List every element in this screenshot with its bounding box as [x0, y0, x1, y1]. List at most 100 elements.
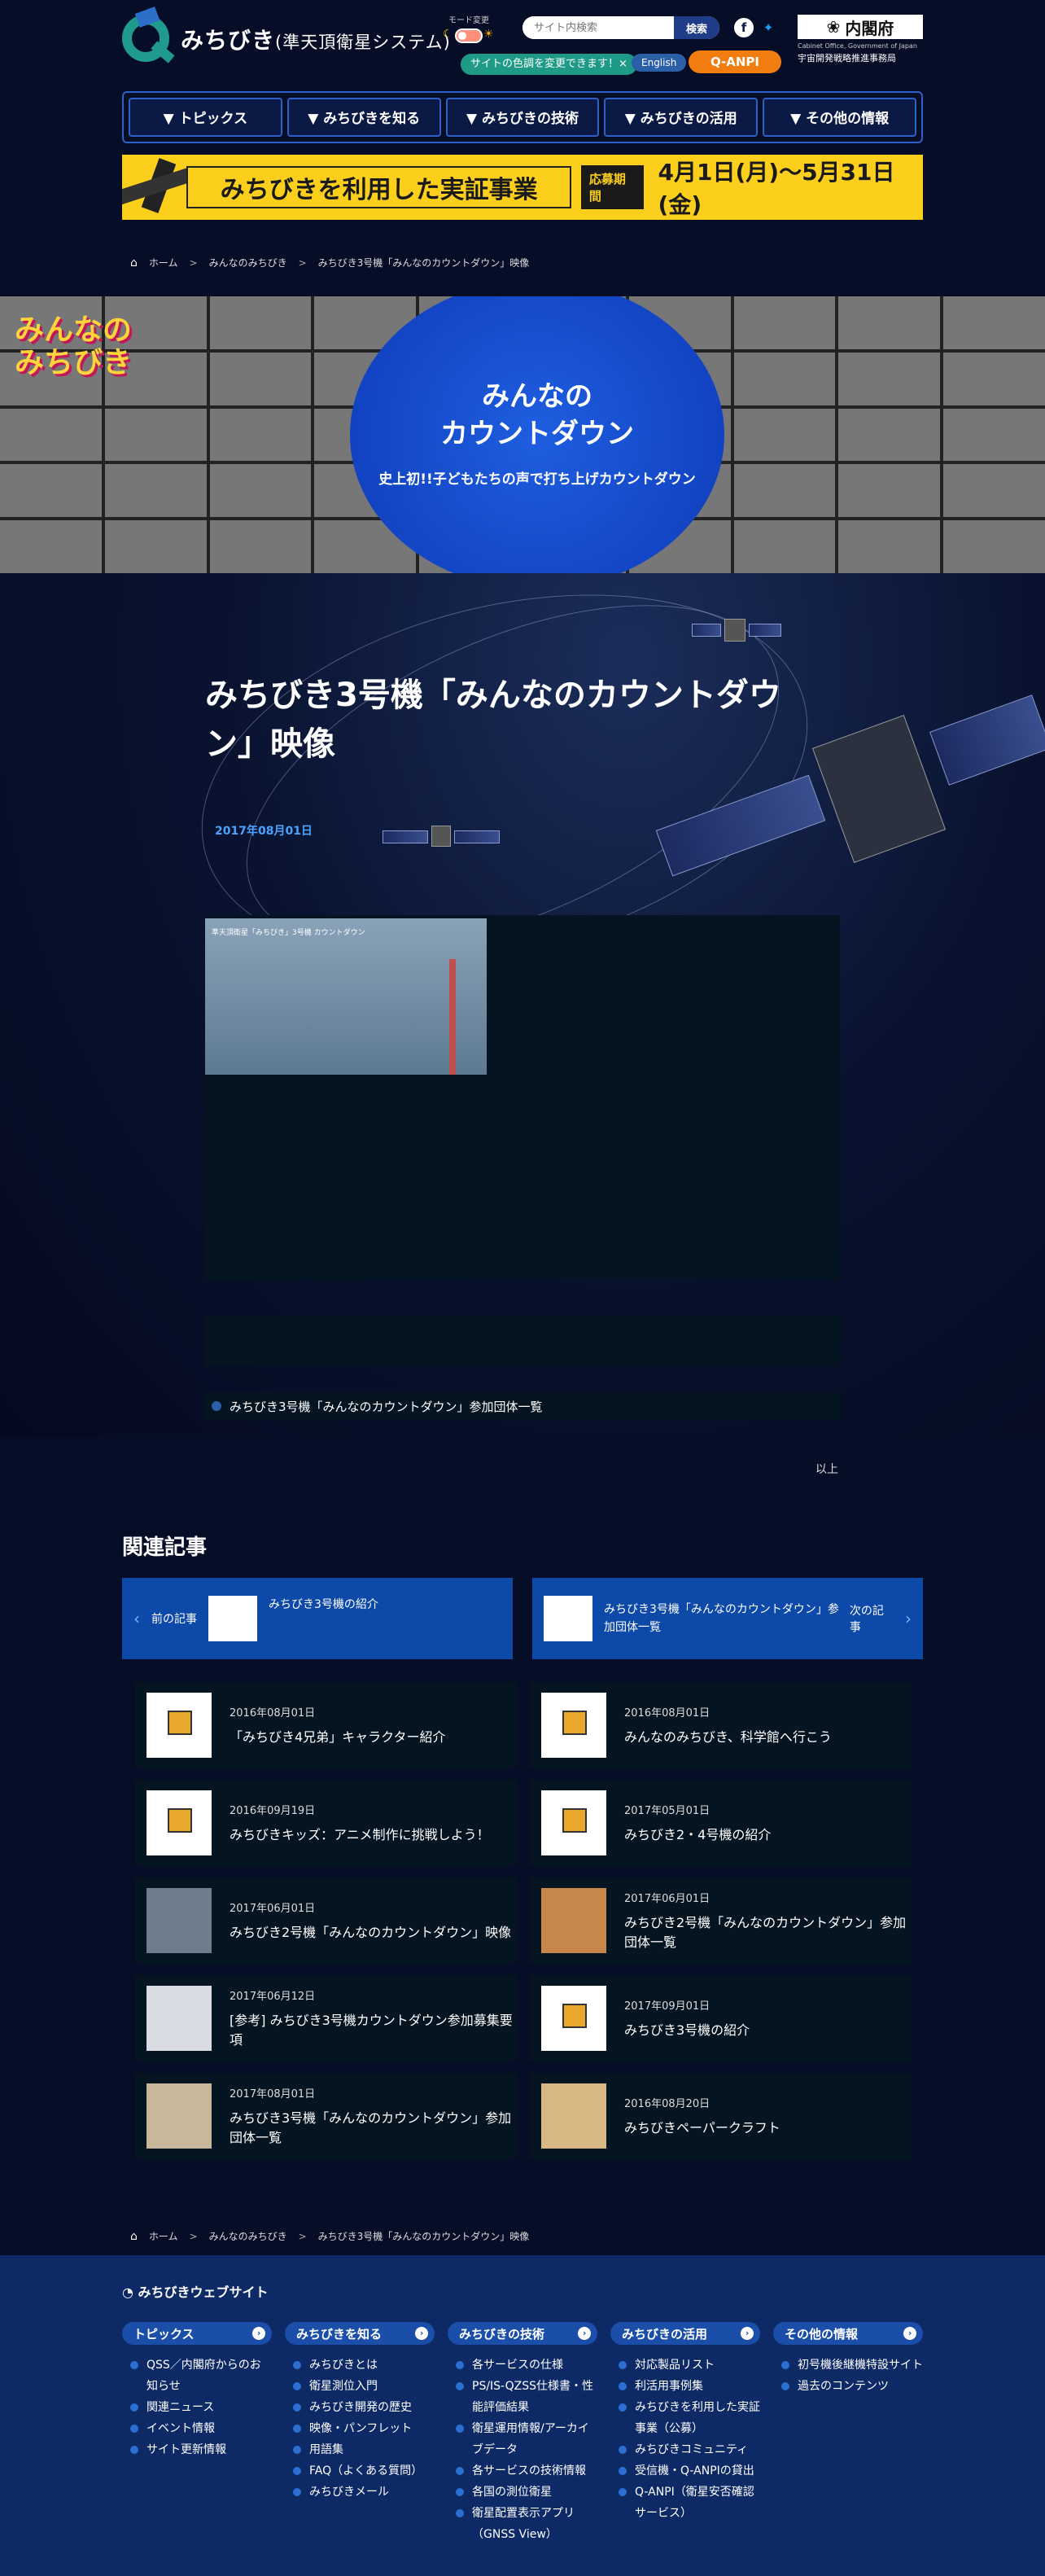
footer-link[interactable]: 関連ニュース [130, 2397, 272, 2418]
hero-circle: みんなの カウントダウン 史上初!!子どもたちの声で打ち上げカウントダウン [350, 296, 724, 573]
related-card[interactable]: 2017年06月01日 みちびき2号機「みんなのカウントダウン」参加団体一覧 [530, 1877, 912, 1964]
related-card[interactable]: 2017年08月01日 みちびき3号機「みんなのカウントダウン」参加団体一覧 [135, 2073, 517, 2159]
breadcrumb: ⌂ ホーム > みんなのみちびき > みちびき3号機「みんなのカウントダウン」映… [130, 256, 529, 269]
card-title: みちびきキッズ：アニメ制作に挑戦しよう！ [230, 1826, 490, 1842]
card-date: 2017年06月01日 [624, 1892, 711, 1905]
site-header: みちびき(準天頂衛星システム) モード変更 ☾ ☀ 検索 f ✦ ❀内閣府 Ca… [0, 0, 1045, 147]
cabinet-office-logo[interactable]: ❀ 内閣府 Cabinet Office, Government of Japan… [798, 15, 923, 64]
breadcrumb-minna[interactable]: みんなのみちびき [209, 256, 287, 269]
next-thumbnail [544, 1596, 592, 1641]
video-info-bar [205, 1316, 840, 1366]
video-thumbnail[interactable]: 準天頂衛星「みちびき」3号機 カウントダウン [205, 918, 487, 1075]
search-button[interactable]: 検索 [674, 16, 719, 39]
mode-hint-badge[interactable]: サイトの色調を変更できます！× [461, 54, 637, 75]
chevron-right-icon: › [741, 2327, 754, 2340]
footer-link[interactable]: PS/IS-QZSS仕様書・性能評価結果 [456, 2376, 597, 2418]
related-title: 関連記事 [122, 1536, 208, 1560]
breadcrumb-home[interactable]: ホーム [149, 2229, 178, 2243]
related-list: 2016年08月01日 「みちびき4兄弟」キャラクター紹介 2016年08月01日… [135, 1682, 912, 2159]
search-input[interactable] [522, 16, 674, 39]
facebook-icon[interactable]: f [734, 18, 754, 37]
related-card[interactable]: 2017年06月12日 [参考] みちびき3号機カウントダウン参加募集要項 [135, 1975, 517, 2061]
footer-link[interactable]: 過去のコンテンツ [781, 2376, 923, 2397]
footer-link[interactable]: みちびきコミュニティ [619, 2439, 760, 2460]
card-thumbnail [146, 1790, 212, 1855]
footer-col-head[interactable]: みちびきの活用 › [610, 2322, 760, 2345]
related-card[interactable]: 2016年09月19日 みちびきキッズ：アニメ制作に挑戦しよう！ [135, 1780, 517, 1866]
footer-col-head[interactable]: トピックス › [122, 2322, 272, 2345]
minna-no-michibiki-logo: みんなの みちびき [15, 313, 133, 379]
related-card[interactable]: 2017年09月01日 みちびき3号機の紹介 [530, 1975, 912, 2061]
home-icon: ⌂ [130, 2229, 138, 2243]
sns-links: f ✦ [734, 18, 778, 37]
breadcrumb-separator: > [298, 2230, 307, 2242]
footer-link[interactable]: 映像・パンフレット [293, 2418, 435, 2439]
breadcrumb-current: みちびき3号機「みんなのカウントダウン」映像 [317, 2231, 530, 2242]
footer-link[interactable]: みちびきとは [293, 2355, 435, 2376]
site-logo[interactable]: みちびき(準天頂衛星システム) [122, 7, 451, 68]
footer-link[interactable]: 初号機後継機特設サイト [781, 2355, 923, 2376]
nav-about[interactable]: ▼ みちびきを知る [286, 98, 441, 137]
card-date: 2017年06月01日 [230, 1902, 316, 1915]
footer-link[interactable]: サイト更新情報 [130, 2439, 272, 2460]
cabinet-office-department: 宇宙開発戦略推進事務局 [798, 53, 896, 64]
video-player[interactable]: 準天頂衛星「みちびき」3号機 カウントダウン [205, 915, 840, 1280]
related-card[interactable]: 2016年08月01日 「みちびき4兄弟」キャラクター紹介 [135, 1682, 517, 1768]
chevron-right-icon: › [905, 1609, 912, 1628]
footer-col-head[interactable]: その他の情報 › [773, 2322, 923, 2345]
footer-link[interactable]: みちびきを利用した実証事業（公募） [619, 2397, 760, 2439]
card-date: 2017年06月12日 [230, 1990, 316, 2003]
footer-link[interactable]: イベント情報 [130, 2418, 272, 2439]
hero-subtitle: 史上初!!子どもたちの声で打ち上げカウントダウン [378, 471, 696, 488]
footer-link[interactable]: 各サービスの仕様 [456, 2355, 597, 2376]
hero-countdown: みんなの みちびき みんなの カウントダウン 史上初!!子どもたちの声で打ち上げ… [0, 296, 1045, 573]
footer-link[interactable]: 衛星運用情報/アーカイブデータ [456, 2418, 597, 2460]
english-link[interactable]: English [632, 54, 687, 72]
footer-link[interactable]: 受信機・Q-ANPIの貸出 [619, 2460, 760, 2482]
prev-article-button[interactable]: ‹ 前の記事 みちびき3号機の紹介 [122, 1578, 513, 1659]
footer-link[interactable]: 衛星配置表示アプリ（GNSS View） [456, 2503, 597, 2545]
cabinet-seal-icon: ❀ [826, 17, 841, 37]
footer-col-other: その他の情報 › 初号機後継機特設サイト 過去のコンテンツ [773, 2322, 923, 2545]
related-card[interactable]: 2016年08月20日 みちびきペーパークラフト [530, 2073, 912, 2159]
logo-title: みちびき(準天頂衛星システム) [181, 27, 451, 54]
footer-link[interactable]: Q-ANPI（衛星安否確認サービス） [619, 2482, 760, 2524]
footer-link[interactable]: みちびきメール [293, 2482, 435, 2503]
footer-link[interactable]: FAQ（よくある質問） [293, 2460, 435, 2482]
twitter-icon[interactable]: ✦ [759, 18, 778, 37]
footer-col-head[interactable]: みちびきの技術 › [448, 2322, 597, 2345]
mode-switch[interactable]: モード変更 ☾ ☀ [443, 13, 494, 46]
article-end: 以上 [815, 1463, 838, 1476]
footer-link[interactable]: QSS／内閣府からのお知らせ [130, 2355, 272, 2397]
next-article-button[interactable]: みちびき3号機「みんなのカウントダウン」参加団体一覧 次の記事 › [532, 1578, 923, 1659]
nav-other[interactable]: ▼ その他の情報 [763, 98, 916, 137]
card-title: 「みちびき4兄弟」キャラクター紹介 [230, 1728, 446, 1745]
related-card[interactable]: 2016年08月01日 みんなのみちびき、科学館へ行こう [530, 1682, 912, 1768]
footer-link[interactable]: 利活用事例集 [619, 2376, 760, 2397]
nav-utilization[interactable]: ▼ みちびきの活用 [604, 98, 759, 137]
related-card[interactable]: 2017年05月01日 みちびき2・4号機の紹介 [530, 1780, 912, 1866]
prev-label: 前の記事 [151, 1613, 197, 1626]
satellite-icon [383, 817, 505, 858]
related-card[interactable]: 2017年06月01日みちびき2号機「みんなのカウントダウン」映像 [135, 1877, 517, 1964]
participants-link[interactable]: みちびき3号機「みんなのカウントダウン」参加団体一覧 [205, 1392, 840, 1420]
card-title: みちびき2号機「みんなのカウントダウン」映像 [230, 1924, 512, 1940]
chevron-right-icon: › [252, 2327, 265, 2340]
card-date: 2017年05月01日 [624, 1804, 711, 1817]
footer-link[interactable]: 用語集 [293, 2439, 435, 2460]
footer-link[interactable]: 各国の測位衛星 [456, 2482, 597, 2503]
qanpi-button[interactable]: Q-ANPI [689, 50, 781, 73]
breadcrumb-minna[interactable]: みんなのみちびき [209, 2229, 287, 2243]
nav-technology[interactable]: ▼ みちびきの技術 [445, 98, 600, 137]
demo-project-banner[interactable]: みちびきを利用した実証事業 応募期間 4月1日(月)〜5月31日(金) [122, 155, 923, 220]
footer-link[interactable]: 各サービスの技術情報 [456, 2460, 597, 2482]
nav-topics[interactable]: ▼ トピックス [129, 98, 282, 137]
mode-toggle[interactable] [455, 28, 483, 43]
footer-col-head[interactable]: みちびきを知る › [285, 2322, 435, 2345]
chevron-right-icon: › [578, 2327, 591, 2340]
footer-link[interactable]: 衛星測位入門 [293, 2376, 435, 2397]
chevron-right-icon: › [903, 2327, 916, 2340]
footer-link[interactable]: みちびき開発の歴史 [293, 2397, 435, 2418]
footer-link[interactable]: 対応製品リスト [619, 2355, 760, 2376]
breadcrumb-home[interactable]: ホーム [149, 256, 178, 269]
